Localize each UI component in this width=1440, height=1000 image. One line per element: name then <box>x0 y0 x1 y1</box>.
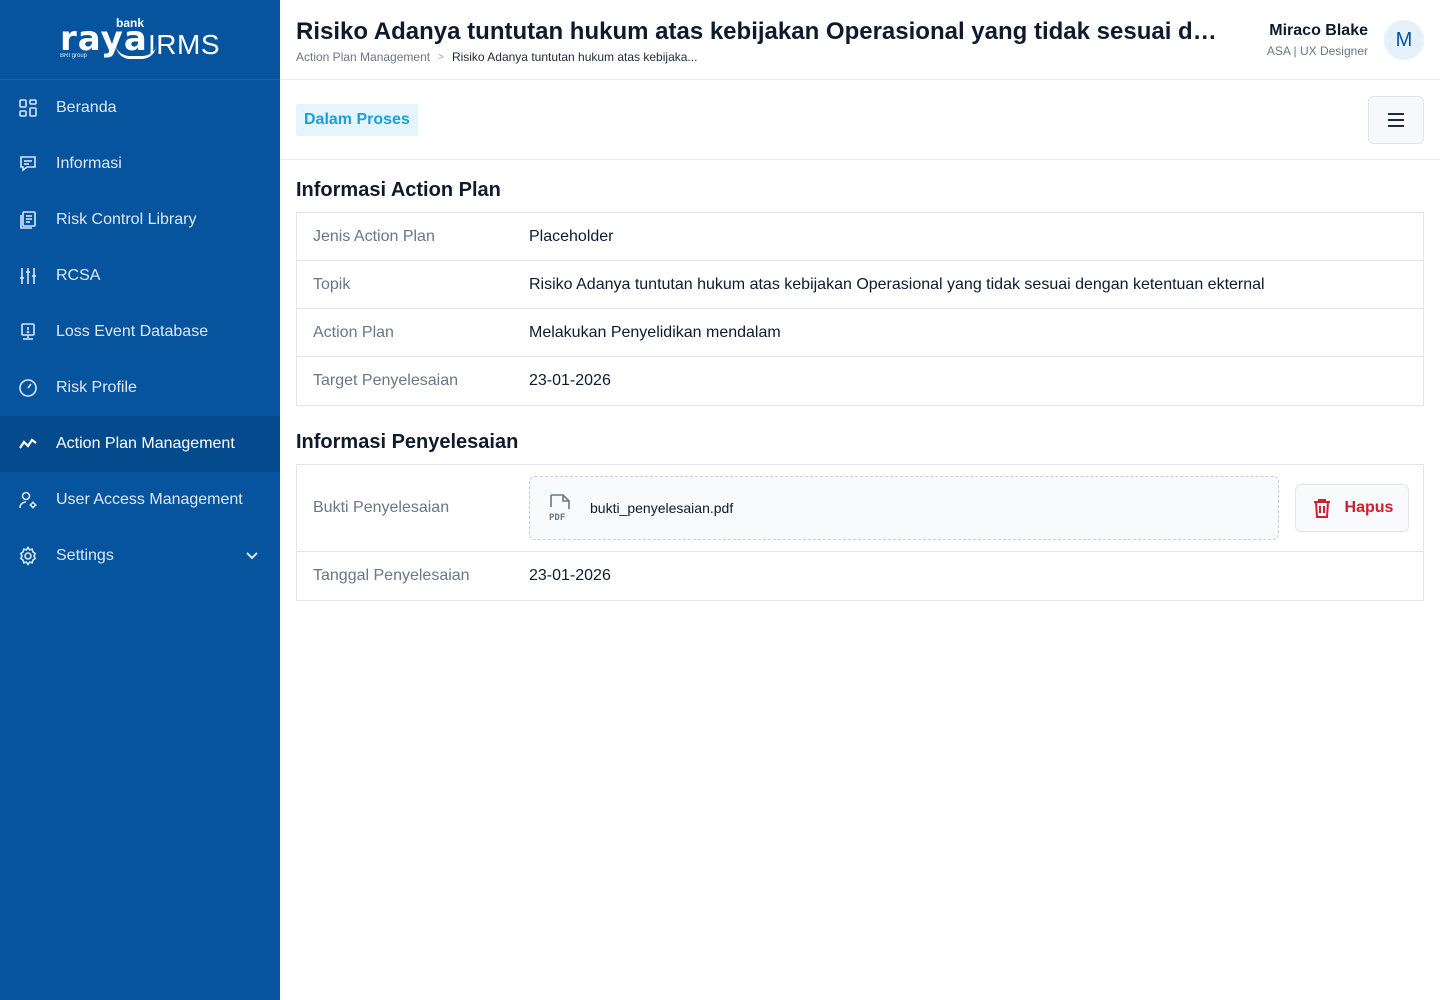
message-icon <box>18 154 38 174</box>
sidebar-item-label: Settings <box>56 547 114 564</box>
sidebar-item-action-plan-management[interactable]: Action Plan Management <box>0 416 280 472</box>
sidebar-item-risk-profile[interactable]: Risk Profile <box>0 360 280 416</box>
row-value: 23-01-2026 <box>529 372 611 389</box>
brand-logo[interactable]: bank raya IRMS BRI group <box>60 15 220 65</box>
completion-table: Bukti Penyelesaian PDF bukti_penyelesaia… <box>296 464 1424 601</box>
table-row: Action Plan Melakukan Penyelidikan menda… <box>297 309 1423 357</box>
dashboard-icon <box>18 98 38 118</box>
sidebar-item-rcsa[interactable]: RCSA <box>0 248 280 304</box>
logo-swoosh <box>116 45 156 59</box>
row-label: Action Plan <box>313 323 394 341</box>
sidebar-item-loss-event-database[interactable]: Loss Event Database <box>0 304 280 360</box>
avatar[interactable]: M <box>1384 20 1424 60</box>
user-info[interactable]: Miraco Blake ASA | UX Designer <box>1267 22 1368 58</box>
sidebar-nav: Beranda Informasi Risk Control Library R… <box>0 80 280 584</box>
sidebar-item-label: Action Plan Management <box>56 435 235 452</box>
table-row: Jenis Action Plan Placeholder <box>297 213 1423 261</box>
sidebar-item-label: Beranda <box>56 99 117 116</box>
chevron-down-icon[interactable] <box>244 547 260 563</box>
file-attachment[interactable]: PDF bukti_penyelesaian.pdf <box>529 476 1279 540</box>
user-name: Miraco Blake <box>1269 22 1368 39</box>
table-row: Bukti Penyelesaian PDF bukti_penyelesaia… <box>297 465 1423 552</box>
logo-area: bank raya IRMS BRI group <box>0 0 280 80</box>
pdf-type-label: PDF <box>549 513 565 522</box>
breadcrumb-parent-link[interactable]: Action Plan Management <box>296 50 430 64</box>
table-row: Topik Risiko Adanya tuntutan hukum atas … <box>297 261 1423 309</box>
status-toolbar: Dalam Proses <box>280 80 1440 160</box>
breadcrumb-separator: > <box>438 51 444 63</box>
row-value: Placeholder <box>529 227 614 245</box>
action-plan-table: Jenis Action Plan Placeholder Topik Risi… <box>296 212 1424 406</box>
trend-icon <box>18 434 38 454</box>
sidebar-item-label: Risk Control Library <box>56 211 197 228</box>
table-row: Target Penyelesaian 23-01-2026 <box>297 357 1423 405</box>
logo-irms-text: IRMS <box>148 28 220 60</box>
row-label: Jenis Action Plan <box>313 227 435 245</box>
sidebar-item-beranda[interactable]: Beranda <box>0 80 280 136</box>
sidebar-item-user-access-management[interactable]: User Access Management <box>0 472 280 528</box>
delete-file-button[interactable]: Hapus <box>1295 484 1409 532</box>
gear-icon <box>18 546 38 566</box>
breadcrumb: Action Plan Management > Risiko Adanya t… <box>296 50 697 64</box>
sidebar-item-label: Risk Profile <box>56 379 137 396</box>
row-value: PDF bukti_penyelesaian.pdf Hapus <box>529 476 1423 540</box>
hamburger-icon <box>1388 113 1404 127</box>
trash-icon <box>1313 499 1330 518</box>
row-label: Topik <box>313 275 351 293</box>
file-name: bukti_penyelesaian.pdf <box>590 500 734 516</box>
sidebar-item-settings[interactable]: Settings <box>0 528 280 584</box>
status-badge: Dalam Proses <box>296 104 418 136</box>
row-label: Bukti Penyelesaian <box>313 499 450 516</box>
row-value: Melakukan Penyelidikan mendalam <box>529 323 781 341</box>
pdf-file-icon: PDF <box>548 494 572 523</box>
delete-button-label: Hapus <box>1344 499 1394 516</box>
sidebar-item-label: Loss Event Database <box>56 323 209 340</box>
monitor-icon <box>18 322 38 342</box>
action-plan-section-title: Informasi Action Plan <box>296 179 501 201</box>
page-header: Risiko Adanya tuntutan hukum atas kebija… <box>280 0 1440 80</box>
logo-group-text: BRI group <box>60 52 88 59</box>
row-value: Risiko Adanya tuntutan hukum atas kebija… <box>529 275 1265 293</box>
library-icon <box>18 210 38 230</box>
breadcrumb-current: Risiko Adanya tuntutan hukum atas kebija… <box>451 50 698 64</box>
table-row: Tanggal Penyelesaian 23-01-2026 <box>297 552 1423 600</box>
sidebar-item-label: Informasi <box>56 155 122 172</box>
sidebar-item-informasi[interactable]: Informasi <box>0 136 280 192</box>
gauge-icon <box>18 378 38 398</box>
menu-button[interactable] <box>1368 96 1424 144</box>
user-gear-icon <box>18 490 38 510</box>
sidebar-item-label: User Access Management <box>56 491 243 508</box>
page-title: Risiko Adanya tuntutan hukum atas kebija… <box>296 18 1226 45</box>
sidebar-item-label: RCSA <box>56 267 101 284</box>
sliders-icon <box>18 266 38 286</box>
row-label: Tanggal Penyelesaian <box>313 567 470 584</box>
user-role: ASA | UX Designer <box>1266 44 1368 58</box>
row-label: Target Penyelesaian <box>313 372 458 389</box>
row-value: 23-01-2026 <box>529 567 611 584</box>
completion-section-title: Informasi Penyelesaian <box>296 431 519 453</box>
sidebar-item-risk-control-library[interactable]: Risk Control Library <box>0 192 280 248</box>
sidebar: bank raya IRMS BRI group Beranda Informa… <box>0 0 280 1000</box>
